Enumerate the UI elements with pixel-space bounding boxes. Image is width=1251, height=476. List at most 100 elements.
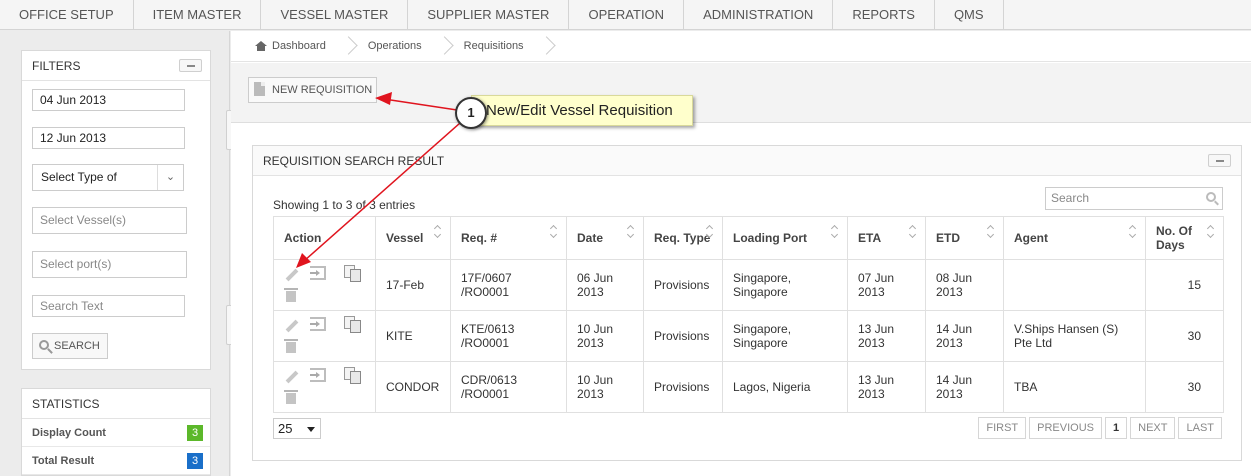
main-content: Dashboard Operations Requisitions NEW RE… (231, 31, 1251, 476)
sort-icon (1208, 226, 1216, 238)
top-nav: OFFICE SETUP ITEM MASTER VESSEL MASTER S… (0, 0, 1251, 30)
loading-port-cell: Singapore, Singapore (722, 310, 848, 362)
statistics-panel: STATISTICS Display Count 3 Total Result … (21, 388, 211, 476)
new-requisition-button[interactable]: NEW REQUISITION (248, 77, 377, 103)
col-agent[interactable]: Agent (1003, 216, 1146, 260)
requisition-result-panel: REQUISITION SEARCH RESULT Search Showing… (252, 145, 1242, 461)
nav-supplier-master[interactable]: SUPPLIER MASTER (408, 0, 570, 30)
port-select[interactable]: Select port(s) (32, 251, 187, 278)
crumb-separator (344, 31, 354, 62)
loading-port-cell: Lagos, Nigeria (722, 361, 848, 413)
col-etd[interactable]: ETD (925, 216, 1004, 260)
table-row: CONDOR CDR/0613 /RO0001 10 Jun 2013 Prov… (273, 361, 1224, 413)
req-type-cell: Provisions (643, 310, 723, 362)
col-loading-port[interactable]: Loading Port (722, 216, 848, 260)
etd-cell: 14 Jun 2013 (925, 310, 1004, 362)
statistics-title: STATISTICS (22, 389, 210, 419)
trash-icon[interactable] (284, 390, 298, 404)
days-cell: 15 (1145, 259, 1224, 311)
page-next-button[interactable]: NEXT (1130, 417, 1176, 439)
vessel-select[interactable]: Select Vessel(s) (32, 207, 187, 234)
filters-collapse-button[interactable] (179, 59, 202, 72)
col-req-number[interactable]: Req. # (450, 216, 567, 260)
copy-icon[interactable] (344, 265, 361, 282)
col-vessel[interactable]: Vessel (375, 216, 451, 260)
nav-operation[interactable]: OPERATION (569, 0, 685, 30)
copy-icon[interactable] (344, 316, 361, 333)
trash-icon[interactable] (284, 339, 298, 353)
loading-port-cell: Singapore, Singapore (722, 259, 848, 311)
nav-vessel-master[interactable]: VESSEL MASTER (261, 0, 409, 30)
caret-down-icon (307, 427, 315, 432)
table-search-input[interactable]: Search (1045, 187, 1223, 210)
page-1-button[interactable]: 1 (1105, 417, 1128, 439)
receive-icon[interactable] (310, 368, 326, 382)
eta-cell: 13 Jun 2013 (847, 361, 926, 413)
step-number-badge: 1 (455, 97, 487, 129)
pencil-icon[interactable] (284, 268, 300, 284)
result-collapse-button[interactable] (1208, 154, 1231, 167)
nav-office-setup[interactable]: OFFICE SETUP (0, 0, 134, 30)
display-count-badge: 3 (187, 425, 203, 441)
crumb-requisitions[interactable]: Requisitions (464, 40, 524, 52)
search-text-input[interactable]: Search Text (32, 295, 185, 317)
copy-icon[interactable] (344, 367, 361, 384)
crumb-operations[interactable]: Operations (368, 40, 422, 52)
col-date[interactable]: Date (566, 216, 644, 260)
col-req-type[interactable]: Req. Type (643, 216, 723, 260)
date-cell: 06 Jun 2013 (566, 259, 644, 311)
req-type-cell: Provisions (643, 361, 723, 413)
type-select[interactable]: Select Type of ⌄ (32, 164, 184, 191)
action-cell (273, 361, 376, 413)
sort-icon (1130, 226, 1138, 238)
action-cell (273, 259, 376, 311)
crumb-separator (440, 31, 450, 62)
col-no-of-days[interactable]: No. Of Days (1145, 216, 1224, 260)
days-cell: 30 (1145, 361, 1224, 413)
sort-icon (551, 226, 559, 238)
entries-info: Showing 1 to 3 of 3 entries (273, 198, 416, 212)
page-size-select[interactable]: 25 (273, 418, 321, 439)
search-button[interactable]: SEARCH (32, 333, 108, 359)
total-result-badge: 3 (187, 453, 203, 469)
date-from-input[interactable]: 04 Jun 2013 (32, 89, 185, 111)
date-to-input[interactable]: 12 Jun 2013 (32, 127, 185, 149)
eta-cell: 13 Jun 2013 (847, 310, 926, 362)
date-cell: 10 Jun 2013 (566, 361, 644, 413)
agent-cell (1003, 259, 1146, 311)
col-eta[interactable]: ETA (847, 216, 926, 260)
nav-administration[interactable]: ADMINISTRATION (684, 0, 834, 30)
page-first-button[interactable]: FIRST (978, 417, 1027, 439)
receive-icon[interactable] (310, 266, 326, 280)
etd-cell: 14 Jun 2013 (925, 361, 1004, 413)
filters-panel: FILTERS 04 Jun 2013 12 Jun 2013 Select T… (21, 50, 211, 370)
trash-icon[interactable] (284, 288, 298, 302)
eta-cell: 07 Jun 2013 (847, 259, 926, 311)
nav-item-master[interactable]: ITEM MASTER (134, 0, 262, 30)
sort-icon (988, 226, 996, 238)
days-cell: 30 (1145, 310, 1224, 362)
req-number-cell: CDR/0613 /RO0001 (450, 361, 567, 413)
document-icon (254, 82, 265, 96)
nav-reports[interactable]: REPORTS (833, 0, 935, 30)
table-row: KITE KTE/0613 /RO0001 10 Jun 2013 Provis… (273, 310, 1224, 362)
etd-cell: 08 Jun 2013 (925, 259, 1004, 311)
filters-title: FILTERS (22, 51, 210, 81)
agent-cell: V.Ships Hansen (S) Pte Ltd (1003, 310, 1146, 362)
req-number-cell: 17F/0607 /RO0001 (450, 259, 567, 311)
page-previous-button[interactable]: PREVIOUS (1029, 417, 1103, 439)
pencil-icon[interactable] (284, 319, 300, 335)
receive-icon[interactable] (310, 317, 326, 331)
col-action: Action (273, 216, 376, 260)
type-select-value: Select Type of (41, 170, 117, 184)
sort-icon (628, 226, 636, 238)
stat-total-result: Total Result 3 (22, 447, 210, 475)
page-last-button[interactable]: LAST (1178, 417, 1222, 439)
crumb-dashboard[interactable]: Dashboard (255, 40, 326, 52)
requisition-table: Action Vessel Req. # Date Req. Type Load… (273, 216, 1224, 413)
chevron-down-icon: ⌄ (157, 165, 183, 190)
nav-qms[interactable]: QMS (935, 0, 1004, 30)
pencil-icon[interactable] (284, 370, 300, 386)
breadcrumb: Dashboard Operations Requisitions (231, 31, 1251, 62)
vessel-cell: CONDOR (375, 361, 451, 413)
